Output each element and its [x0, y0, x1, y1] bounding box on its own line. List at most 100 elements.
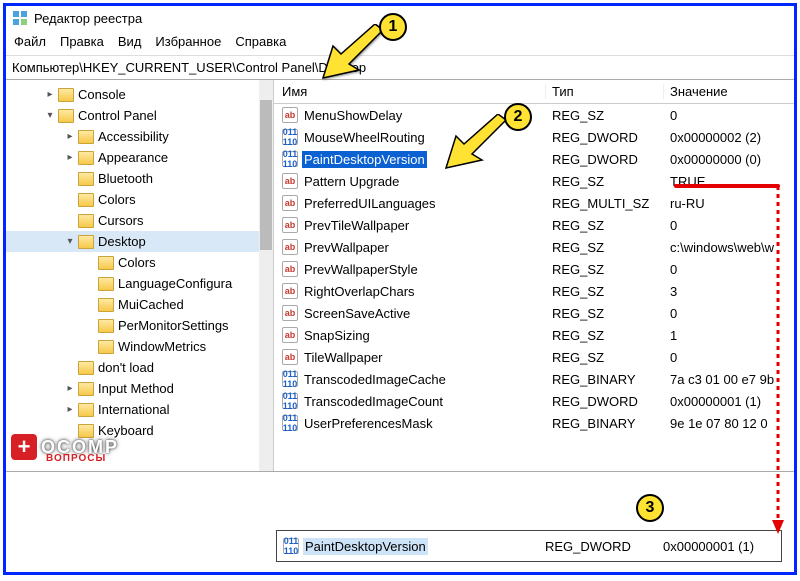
value-name: SnapSizing	[302, 327, 372, 344]
menu-help[interactable]: Справка	[235, 34, 286, 49]
tree-item-label: Bluetooth	[98, 171, 153, 186]
tree-item-label: Cursors	[98, 213, 144, 228]
col-header-value[interactable]: Значение	[664, 84, 794, 99]
string-value-icon: ab	[282, 173, 298, 189]
detail-type: REG_DWORD	[539, 539, 657, 554]
value-name: MenuShowDelay	[302, 107, 404, 124]
tree-spacer	[64, 215, 76, 227]
tree-item-label: Appearance	[98, 150, 168, 165]
tree-item-label: Colors	[98, 192, 136, 207]
tree-spacer	[84, 278, 96, 290]
tree-item[interactable]: ▸Console	[6, 84, 259, 105]
detail-name: PaintDesktopVersion	[303, 538, 428, 555]
tree-item[interactable]: ▸ Input Method	[6, 378, 259, 399]
tree-item[interactable]: ▾Control Panel	[6, 105, 259, 126]
tree-spacer	[64, 194, 76, 206]
menu-favorites[interactable]: Избранное	[155, 34, 221, 49]
value-data: 0	[664, 108, 794, 123]
chevron-down-icon[interactable]: ▾	[64, 236, 76, 248]
tree-spacer	[64, 362, 76, 374]
tree-item[interactable]: LanguageConfigura	[6, 273, 259, 294]
tree-view[interactable]: ▸Console▾Control Panel▸Accessibility▸App…	[6, 80, 259, 471]
value-type: REG_SZ	[546, 262, 664, 277]
value-type: REG_SZ	[546, 108, 664, 123]
string-value-icon: ab	[282, 349, 298, 365]
folder-icon	[78, 151, 94, 165]
menu-view[interactable]: Вид	[118, 34, 142, 49]
value-name: UserPreferencesMask	[302, 415, 435, 432]
string-value-icon: ab	[282, 305, 298, 321]
tree-item-label: don't load	[98, 360, 154, 375]
value-type: REG_DWORD	[546, 152, 664, 167]
value-type: REG_BINARY	[546, 372, 664, 387]
folder-icon	[98, 340, 114, 354]
value-name: Pattern Upgrade	[302, 173, 401, 190]
value-name: MouseWheelRouting	[302, 129, 427, 146]
tree-spacer	[64, 173, 76, 185]
tree-item[interactable]: don't load	[6, 357, 259, 378]
value-type: REG_DWORD	[546, 394, 664, 409]
tree-item[interactable]: MuiCached	[6, 294, 259, 315]
connector-line	[666, 182, 786, 542]
value-data: 0x00000002 (2)	[664, 130, 794, 145]
binary-value-icon: 011110	[282, 129, 298, 145]
callout-2: 2	[504, 103, 532, 131]
binary-value-icon: 011110	[283, 538, 299, 554]
folder-icon	[78, 130, 94, 144]
tree-item-label: Desktop	[98, 234, 146, 249]
tree-item-label: Colors	[118, 255, 156, 270]
folder-icon	[98, 256, 114, 270]
string-value-icon: ab	[282, 217, 298, 233]
chevron-right-icon[interactable]: ▸	[64, 131, 76, 143]
menu-file[interactable]: Файл	[14, 34, 46, 49]
chevron-right-icon[interactable]: ▸	[64, 404, 76, 416]
address-bar[interactable]: Компьютер\HKEY_CURRENT_USER\Control Pane…	[6, 56, 794, 80]
callout-1: 1	[379, 13, 407, 41]
value-row[interactable]: 011110MouseWheelRouting REG_DWORD0x000000…	[274, 126, 794, 148]
value-type: REG_DWORD	[546, 130, 664, 145]
string-value-icon: ab	[282, 261, 298, 277]
watermark-sub: ВОПРОСЫ	[46, 453, 106, 464]
value-name: PrevWallpaper	[302, 239, 391, 256]
window-title: Редактор реестра	[34, 11, 142, 26]
folder-icon	[78, 172, 94, 186]
chevron-right-icon[interactable]: ▸	[64, 152, 76, 164]
value-row[interactable]: abMenuShowDelayREG_SZ0	[274, 104, 794, 126]
tree-item[interactable]: Colors	[6, 252, 259, 273]
folder-icon	[78, 361, 94, 375]
tree-item[interactable]: PerMonitorSettings	[6, 315, 259, 336]
tree-item[interactable]: ▾ Desktop	[6, 231, 259, 252]
col-header-name[interactable]: Имя	[274, 84, 546, 99]
highlight-underline	[674, 184, 780, 188]
string-value-icon: ab	[282, 327, 298, 343]
tree-item-label: Input Method	[98, 381, 174, 396]
value-name: PreferredUILanguages	[302, 195, 438, 212]
tree-scrollbar[interactable]	[259, 80, 273, 471]
menu-edit[interactable]: Правка	[60, 34, 104, 49]
value-row[interactable]: 011110PaintDesktopVersionREG_DWORD0x0000…	[274, 148, 794, 170]
tree-item[interactable]: Bluetooth	[6, 168, 259, 189]
tree-item[interactable]: Colors	[6, 189, 259, 210]
chevron-down-icon[interactable]: ▾	[44, 110, 56, 122]
tree-item[interactable]: Cursors	[6, 210, 259, 231]
value-type: REG_MULTI_SZ	[546, 196, 664, 211]
callout-3: 3	[636, 494, 664, 522]
binary-value-icon: 011110	[282, 371, 298, 387]
col-header-type[interactable]: Тип	[546, 84, 664, 99]
value-data: 0x00000000 (0)	[664, 152, 794, 167]
scrollbar-thumb[interactable]	[260, 100, 272, 250]
chevron-right-icon[interactable]: ▸	[64, 383, 76, 395]
value-type: REG_SZ	[546, 174, 664, 189]
tree-item[interactable]: ▸ Appearance	[6, 147, 259, 168]
chevron-right-icon[interactable]: ▸	[44, 89, 56, 101]
value-type: REG_SZ	[546, 306, 664, 321]
tree-item[interactable]: ▸Accessibility	[6, 126, 259, 147]
value-type: REG_SZ	[546, 350, 664, 365]
tree-spacer	[84, 341, 96, 353]
tree-spacer	[84, 320, 96, 332]
tree-item-label: MuiCached	[118, 297, 184, 312]
tree-item[interactable]: WindowMetrics	[6, 336, 259, 357]
tree-item[interactable]: ▸International	[6, 399, 259, 420]
tree-item-label: WindowMetrics	[118, 339, 206, 354]
folder-icon	[78, 235, 94, 249]
